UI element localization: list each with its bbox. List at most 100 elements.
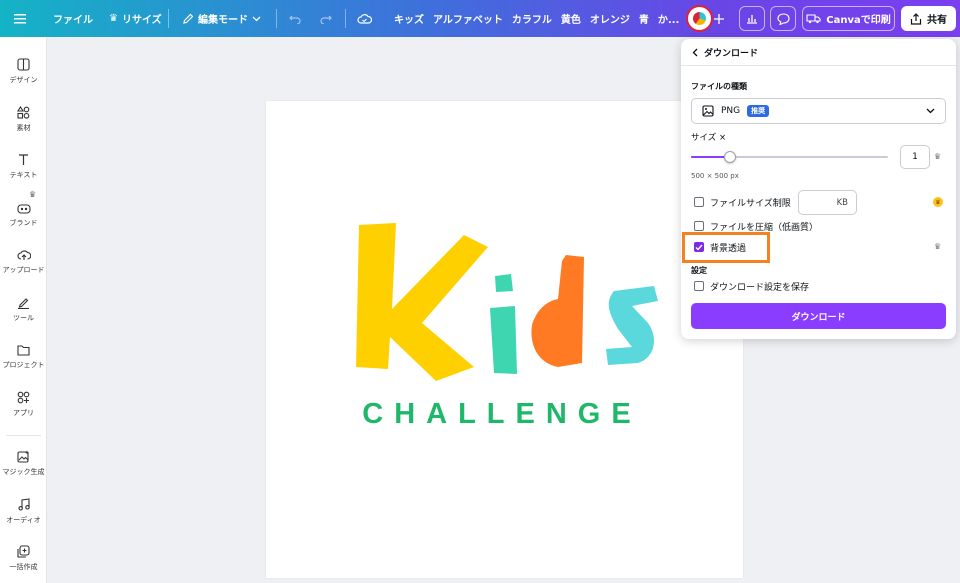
edit-mode-dropdown[interactable]: 編集モード bbox=[182, 0, 261, 37]
sidebar-item-label: オーディオ bbox=[6, 515, 41, 524]
design-canvas[interactable]: CHALLENGE bbox=[266, 101, 743, 578]
top-toolbar: ファイル ♛ リサイズ 編集モード キッズ アルファベット カラフル 黄色 オレ… bbox=[0, 0, 960, 37]
tag[interactable]: カラフル bbox=[512, 11, 552, 26]
image-icon bbox=[702, 105, 714, 117]
comment-button[interactable] bbox=[770, 6, 796, 31]
bulk-create-icon bbox=[17, 544, 30, 558]
sidebar-item-projects[interactable]: プロジェクト bbox=[0, 335, 47, 379]
challenge-text: CHALLENGE bbox=[362, 398, 641, 430]
undo-icon bbox=[289, 15, 301, 24]
toolbar-divider bbox=[276, 9, 277, 28]
resize-label: リサイズ bbox=[121, 15, 162, 26]
truck-icon bbox=[806, 14, 821, 24]
kb-unit: KB bbox=[836, 197, 848, 208]
sidebar-item-uploads[interactable]: アップロード bbox=[0, 240, 47, 284]
redo-icon bbox=[320, 15, 332, 24]
panel-divider bbox=[681, 65, 956, 66]
save-settings-label: ダウンロード設定を保存 bbox=[710, 283, 810, 293]
sidebar-item-brand[interactable]: ブランド bbox=[0, 192, 47, 236]
checkbox-box bbox=[694, 197, 704, 207]
sidebar-item-label: デザイン bbox=[9, 75, 38, 84]
tag[interactable]: 青 bbox=[639, 11, 649, 26]
insights-button[interactable] bbox=[739, 6, 765, 31]
sidebar-item-label: 素材 bbox=[16, 123, 31, 132]
undo-button[interactable] bbox=[289, 0, 301, 37]
music-note-icon bbox=[17, 497, 30, 511]
tag[interactable]: 黄色 bbox=[561, 11, 581, 26]
print-button[interactable]: Canvaで印刷 bbox=[802, 6, 895, 31]
file-menu[interactable]: ファイル bbox=[53, 0, 93, 37]
avatar-logo bbox=[693, 12, 706, 25]
menu-icon[interactable] bbox=[14, 0, 26, 37]
size-input[interactable]: 1 bbox=[900, 145, 930, 169]
letter-s bbox=[606, 286, 658, 365]
sidebar-item-label: マジック生成 bbox=[2, 467, 45, 476]
redo-button[interactable] bbox=[320, 0, 332, 37]
download-button[interactable]: ダウンロード bbox=[691, 303, 946, 329]
file-size-limit-label: ファイルサイズ制限 bbox=[710, 199, 791, 209]
magic-image-icon bbox=[17, 450, 29, 463]
letter-k bbox=[356, 223, 488, 381]
sidebar-item-label: ツール bbox=[13, 313, 34, 322]
sidebar-item-apps[interactable]: アプリ bbox=[0, 382, 47, 426]
tag[interactable]: か... bbox=[658, 11, 679, 26]
size-dimensions: 500 × 500 px bbox=[691, 172, 739, 180]
share-button[interactable]: 共有 bbox=[901, 6, 956, 31]
size-slider-track[interactable] bbox=[691, 151, 888, 163]
cloud-upload-icon bbox=[17, 250, 31, 260]
sidebar-item-text[interactable]: テキスト bbox=[0, 144, 47, 188]
layout-icon bbox=[17, 57, 30, 71]
plus-icon bbox=[714, 13, 724, 24]
sidebar-item-bulk-create[interactable]: 一括作成 bbox=[0, 536, 47, 580]
avatar[interactable] bbox=[686, 5, 713, 32]
crown-icon: ♛ bbox=[934, 152, 942, 161]
tag[interactable]: アルファベット bbox=[433, 11, 503, 26]
download-button-label: ダウンロード bbox=[791, 312, 846, 323]
print-label: Canvaで印刷 bbox=[826, 15, 891, 26]
crown-icon: ♛ bbox=[934, 242, 942, 251]
sidebar-item-elements[interactable]: 素材 bbox=[0, 97, 47, 141]
add-collaborator-button[interactable] bbox=[713, 0, 725, 37]
share-label: 共有 bbox=[927, 15, 947, 26]
file-menu-label: ファイル bbox=[53, 15, 93, 26]
pencil-icon bbox=[183, 13, 194, 24]
draw-icon bbox=[18, 297, 29, 309]
kids-challenge-artwork: CHALLENGE bbox=[356, 223, 658, 430]
file-type-label: ファイルの種類 bbox=[691, 82, 747, 91]
cloud-check-icon bbox=[357, 14, 372, 24]
sidebar-item-magic-media[interactable]: マジック生成 bbox=[0, 441, 47, 485]
resize-button[interactable]: ♛ リサイズ bbox=[109, 0, 162, 37]
size-slider-thumb[interactable] bbox=[724, 151, 736, 163]
recommended-badge: 推奨 bbox=[747, 105, 770, 117]
sidebar-item-design[interactable]: デザイン bbox=[0, 49, 47, 93]
checkbox-box bbox=[694, 221, 704, 231]
settings-heading: 設定 bbox=[691, 266, 707, 275]
crown-icon: ♛ bbox=[29, 190, 37, 199]
crown-icon: ♛ bbox=[109, 13, 118, 24]
sidebar-divider bbox=[6, 435, 41, 436]
save-settings-checkbox[interactable] bbox=[694, 281, 704, 291]
compress-checkbox[interactable] bbox=[694, 221, 704, 231]
bar-chart-icon bbox=[747, 15, 757, 24]
sidebar-item-label: アプリ bbox=[13, 408, 34, 417]
tag[interactable]: オレンジ bbox=[590, 11, 630, 26]
folder-icon bbox=[17, 345, 30, 356]
annotation-highlight-box bbox=[682, 232, 770, 263]
shapes-icon bbox=[17, 105, 30, 119]
cloud-save-button[interactable] bbox=[357, 0, 372, 37]
chevron-left-icon bbox=[692, 48, 698, 57]
letter-i bbox=[490, 274, 517, 374]
panel-back-button[interactable]: ダウンロード bbox=[692, 46, 758, 59]
tag[interactable]: キッズ bbox=[394, 11, 424, 26]
file-size-limit-input[interactable]: KB bbox=[798, 190, 857, 215]
sidebar-item-audio[interactable]: オーディオ bbox=[0, 489, 47, 533]
letter-d bbox=[531, 255, 584, 367]
chevron-down-icon bbox=[252, 16, 261, 21]
file-type-select[interactable]: PNG 推奨 bbox=[691, 98, 946, 124]
sidebar-item-label: テキスト bbox=[9, 170, 38, 179]
share-icon bbox=[910, 12, 922, 25]
sidebar-item-tools[interactable]: ツール bbox=[0, 287, 47, 331]
sidebar-item-label: 一括作成 bbox=[9, 562, 38, 571]
file-size-limit-checkbox[interactable] bbox=[694, 197, 704, 207]
sidebar-item-label: アップロード bbox=[2, 266, 45, 274]
